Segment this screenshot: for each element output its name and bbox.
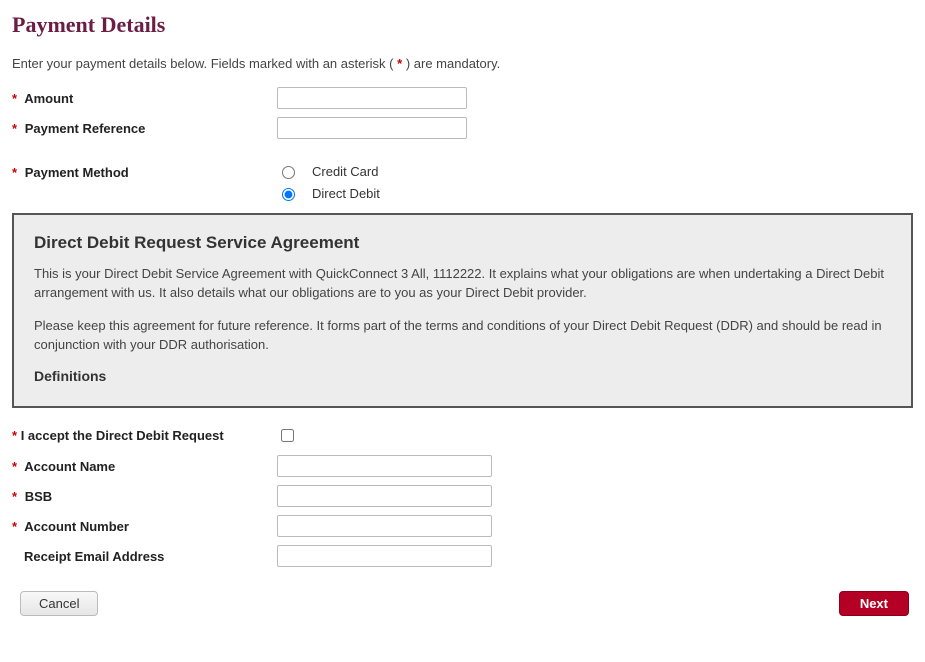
credit-card-label: Credit Card — [312, 164, 378, 179]
amount-label-text: Amount — [24, 91, 73, 106]
payment-reference-input[interactable] — [277, 117, 467, 139]
direct-debit-label: Direct Debit — [312, 186, 380, 201]
accept-dd-label: * I accept the Direct Debit Request — [12, 428, 277, 443]
required-icon: * — [12, 91, 17, 106]
required-icon: * — [12, 428, 17, 443]
credit-card-radio[interactable] — [282, 166, 295, 179]
payment-method-label: * Payment Method — [12, 161, 277, 180]
next-button[interactable]: Next — [839, 591, 909, 616]
page-title: Payment Details — [12, 12, 913, 38]
amount-input[interactable] — [277, 87, 467, 109]
asterisk-icon: * — [397, 56, 402, 71]
payment-method-credit-card[interactable]: Credit Card — [277, 163, 913, 179]
payment-method-direct-debit[interactable]: Direct Debit — [277, 185, 913, 201]
receipt-email-input[interactable] — [277, 545, 492, 567]
receipt-email-label: Receipt Email Address — [12, 545, 277, 564]
agreement-paragraph-1: This is your Direct Debit Service Agreem… — [34, 265, 891, 303]
account-name-input[interactable] — [277, 455, 492, 477]
accept-dd-label-text: I accept the Direct Debit Request — [21, 428, 224, 443]
account-name-label: * Account Name — [12, 455, 277, 474]
agreement-spacer — [34, 390, 891, 408]
cancel-button[interactable]: Cancel — [20, 591, 98, 616]
account-number-input[interactable] — [277, 515, 492, 537]
bsb-label: * BSB — [12, 485, 277, 504]
service-agreement-box[interactable]: Direct Debit Request Service Agreement T… — [12, 213, 913, 408]
intro-before: Enter your payment details below. Fields… — [12, 56, 394, 71]
account-number-label: * Account Number — [12, 515, 277, 534]
intro-text: Enter your payment details below. Fields… — [12, 56, 913, 71]
payment-reference-label: * Payment Reference — [12, 117, 277, 136]
definitions-heading: Definitions — [34, 368, 891, 384]
payment-reference-label-text: Payment Reference — [25, 121, 146, 136]
required-icon: * — [12, 489, 17, 504]
agreement-heading: Direct Debit Request Service Agreement — [34, 233, 891, 253]
intro-after: ) are mandatory. — [406, 56, 500, 71]
bsb-input[interactable] — [277, 485, 492, 507]
accept-dd-checkbox[interactable] — [281, 429, 294, 442]
bsb-label-text: BSB — [25, 489, 52, 504]
direct-debit-radio[interactable] — [282, 188, 295, 201]
amount-label: * Amount — [12, 87, 277, 106]
required-icon: * — [12, 121, 17, 136]
required-icon: * — [12, 459, 17, 474]
required-icon: * — [12, 519, 17, 534]
required-icon: * — [12, 165, 17, 180]
account-name-label-text: Account Name — [24, 459, 115, 474]
account-number-label-text: Account Number — [24, 519, 129, 534]
receipt-email-label-text: Receipt Email Address — [24, 549, 164, 564]
agreement-paragraph-2: Please keep this agreement for future re… — [34, 317, 891, 355]
payment-method-label-text: Payment Method — [25, 165, 129, 180]
